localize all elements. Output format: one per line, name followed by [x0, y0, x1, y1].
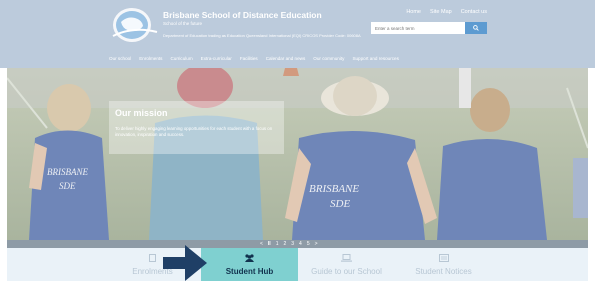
mission-title: Our mission — [115, 108, 168, 118]
hero-photo-students: BRISBANE SDE BRISBANE SDE — [7, 68, 588, 240]
tab-label: Student Notices — [415, 267, 472, 276]
nav-support-and-resources[interactable]: Support and resources — [352, 56, 398, 61]
tab-student-hub[interactable]: Student Hub — [201, 248, 298, 281]
arrow-right-icon — [163, 245, 207, 281]
contact-us-link[interactable]: Contact us — [461, 9, 487, 15]
search-button[interactable] — [465, 22, 487, 34]
tab-label: Guide to our School — [311, 267, 382, 276]
carousel-page-4[interactable]: 4 — [299, 241, 302, 247]
carousel-page-5[interactable]: 5 — [307, 241, 310, 247]
shirt-text-4: SDE — [330, 198, 350, 210]
shirt-text-3: BRISBANE — [309, 183, 359, 195]
school-name[interactable]: Brisbane School of Distance Education — [163, 10, 322, 20]
school-logo[interactable] — [109, 6, 159, 44]
carousel-pause-button[interactable]: II — [268, 241, 271, 247]
carousel-controls: < II 1 2 3 4 5 > — [260, 240, 318, 248]
laptop-icon — [298, 254, 395, 262]
search-icon — [473, 25, 479, 31]
shirt-text-1: BRISBANE — [47, 167, 88, 177]
school-department-info: Department of Education trading as Educa… — [163, 33, 361, 38]
nav-our-school[interactable]: Our school — [109, 56, 131, 61]
tab-student-notices[interactable]: Student Notices — [395, 248, 492, 281]
search-bar — [371, 22, 487, 34]
carousel-pager: < II 1 2 3 4 5 > — [7, 240, 588, 248]
nav-our-community[interactable]: Our community — [313, 56, 344, 61]
utility-links: Home Site Map Contact us — [406, 9, 487, 15]
notices-icon — [395, 254, 492, 262]
carousel-page-1[interactable]: 1 — [276, 241, 279, 247]
nav-enrolments[interactable]: Enrolments — [139, 56, 162, 61]
mission-box: Our mission To deliver highly engaging l… — [109, 101, 284, 154]
nav-calendar-and-news[interactable]: Calendar and news — [266, 56, 306, 61]
carousel-page-2[interactable]: 2 — [283, 241, 286, 247]
site-header: Brisbane School of Distance Education Sc… — [0, 0, 595, 68]
nav-facilities[interactable]: Facilities — [240, 56, 258, 61]
tab-label: Student Hub — [225, 267, 274, 276]
hero-carousel[interactable]: BRISBANE SDE BRISBANE SDE Our mission To… — [7, 68, 588, 240]
home-link[interactable]: Home — [406, 9, 421, 15]
mission-text: To deliver highly engaging learning oppo… — [115, 126, 273, 137]
main-navigation: Our school Enrolments Curriculum Extra-c… — [109, 56, 399, 61]
nav-curriculum[interactable]: Curriculum — [170, 56, 192, 61]
carousel-next-button[interactable]: > — [315, 241, 318, 247]
site-map-link[interactable]: Site Map — [430, 9, 452, 15]
carousel-page-3[interactable]: 3 — [291, 241, 294, 247]
quick-link-tabs: Enrolments Student Hub Guide to our Scho… — [7, 248, 588, 281]
carousel-prev-button[interactable]: < — [260, 241, 263, 247]
school-tagline: School of the future — [163, 21, 203, 26]
shirt-text-2: SDE — [59, 181, 76, 191]
students-icon — [201, 254, 298, 262]
search-input[interactable] — [371, 22, 465, 34]
tab-guide-to-our-school[interactable]: Guide to our School — [298, 248, 395, 281]
nav-extra-curricular[interactable]: Extra-curricular — [201, 56, 232, 61]
